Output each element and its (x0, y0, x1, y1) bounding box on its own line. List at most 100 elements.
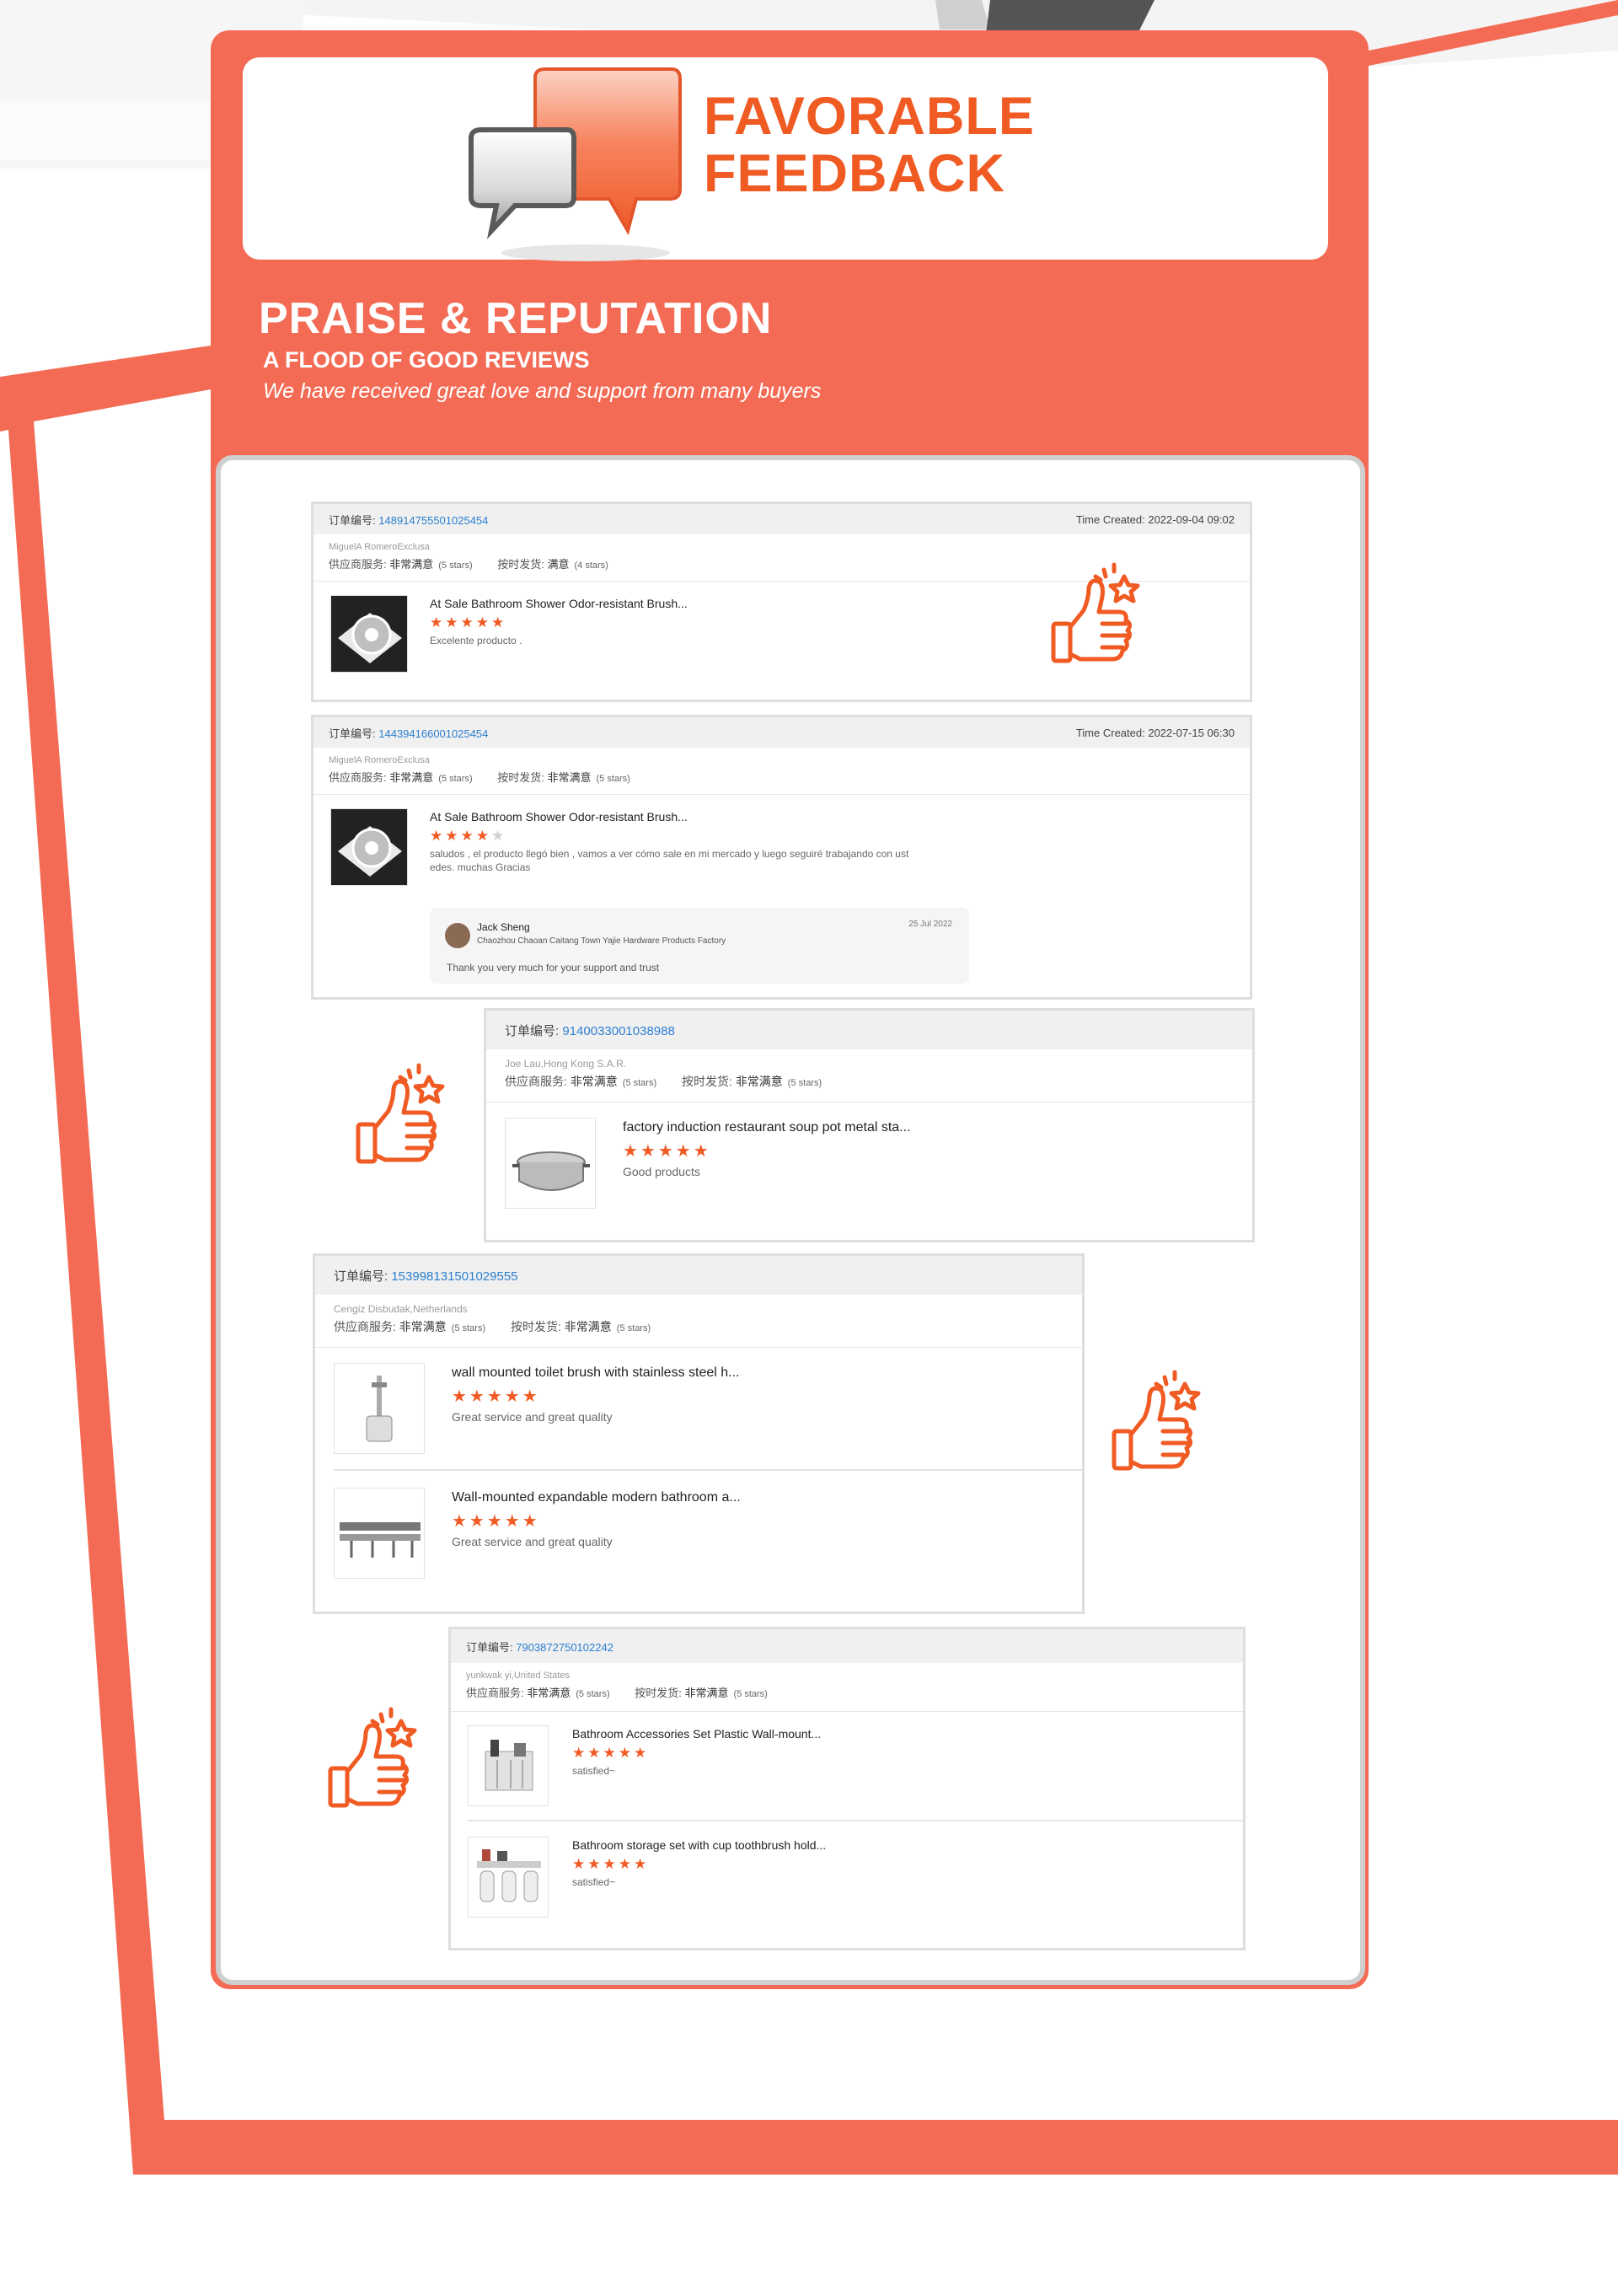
product-thumbnail[interactable] (505, 1118, 596, 1209)
supplier-service-label: 供应商服务: (329, 558, 387, 571)
buyer-name: yunkwak yi,United States (466, 1671, 570, 1681)
product-thumbnail[interactable] (330, 595, 408, 673)
supplier-service-label: 供应商服务: (334, 1320, 396, 1333)
review-comment: Good products (623, 1165, 700, 1178)
review-card: 订单编号: 9140033001038988 Joe Lau,Hong Kong… (484, 1008, 1255, 1242)
rating-summary: 供应商服务: 非常满意 (5 stars) 按时发货: 非常满意 (5 stars) (505, 1071, 1234, 1098)
reply-author: Jack Sheng (477, 921, 530, 933)
buyer-name: Joe Lau,Hong Kong S.A.R. (505, 1058, 627, 1070)
shipping-rating: 非常满意 (564, 1320, 612, 1333)
supplier-service-label: 供应商服务: (329, 771, 387, 784)
star-rating: ★★★★★ (572, 1856, 650, 1872)
supplier-service-rating: 非常满意 (389, 558, 434, 571)
review-card: 订单编号: 153998131501029555 Cengiz Disbudak… (313, 1253, 1085, 1614)
product-title[interactable]: wall mounted toilet brush with stainless… (452, 1363, 740, 1383)
shipping-stars-note: (5 stars) (596, 774, 630, 784)
shipping-rating: 非常满意 (684, 1687, 729, 1699)
review-item: wall mounted toilet brush with stainless… (315, 1348, 1082, 1469)
seller-reply: Jack Sheng Chaozhou Chaoan Caitang Town … (430, 908, 969, 984)
review-header: 订单编号: 144394166001025454 Time Created: 2… (313, 717, 1250, 748)
review-item: factory induction restaurant soup pot me… (486, 1102, 1252, 1209)
review-comment-line-1: saludos , el producto llegó bien , vamos… (430, 848, 909, 860)
product-title[interactable]: Bathroom Accessories Set Plastic Wall-mo… (572, 1725, 821, 1742)
review-meta: MiguelA RomeroExclusa 供应商服务: 非常满意 (5 star… (313, 748, 1250, 795)
item-info: Wall-mounted expandable modern bathroom … (452, 1488, 741, 1579)
buyer-name: MiguelA RomeroExclusa (329, 755, 430, 765)
product-thumbnail[interactable] (468, 1725, 549, 1806)
product-title[interactable]: Wall-mounted expandable modern bathroom … (452, 1488, 741, 1508)
order-number-link[interactable]: 9140033001038988 (562, 1024, 674, 1038)
thumbs-up-icon (1112, 1370, 1201, 1471)
shipping-rating: 非常满意 (735, 1075, 783, 1088)
star-rating: ★★★★★ (623, 1142, 711, 1161)
supplier-stars-note: (5 stars) (438, 561, 473, 571)
time-label: Time Created: (1075, 512, 1145, 526)
thumbs-up-icon (1051, 562, 1140, 663)
rating-summary: 供应商服务: 非常满意 (5 stars) 按时发货: 非常满意 (5 stars) (334, 1317, 1063, 1344)
time-created: 2022-07-15 06:30 (1148, 726, 1235, 739)
order-label: 订单编号: (329, 727, 376, 740)
buyer-name: MiguelA RomeroExclusa (329, 542, 430, 552)
star-rating: ★★★★★ (430, 828, 507, 844)
review-comment: satisfied~ (572, 1876, 616, 1888)
review-item: At Sale Bathroom Shower Odor-resistant B… (313, 795, 1250, 886)
time-label: Time Created: (1075, 726, 1145, 739)
supplier-service-label: 供应商服务: (466, 1687, 524, 1699)
item-info: factory induction restaurant soup pot me… (623, 1118, 911, 1209)
reply-company: Chaozhou Chaoan Caitang Town Yajie Hardw… (477, 936, 726, 946)
review-item: Bathroom Accessories Set Plastic Wall-mo… (451, 1712, 1243, 1820)
order-number-link[interactable]: 153998131501029555 (391, 1269, 517, 1284)
review-meta: yunkwak yi,United States 供应商服务: 非常满意 (5 s… (451, 1663, 1243, 1712)
supplier-stars-note: (5 stars) (438, 774, 473, 784)
thumbs-up-icon (328, 1707, 417, 1808)
review-comment: Great service and great quality (452, 1535, 613, 1548)
shipping-label: 按时发货: (635, 1687, 682, 1699)
review-comment: Excelente producto . (430, 635, 522, 646)
star-rating: ★★★★★ (452, 1512, 540, 1531)
buyer-name: Cengiz Disbudak,Netherlands (334, 1303, 468, 1315)
product-thumbnail[interactable] (468, 1837, 549, 1918)
review-item: Bathroom storage set with cup toothbrush… (451, 1821, 1243, 1918)
supplier-stars-note: (5 stars) (576, 1689, 610, 1699)
shipping-label: 按时发货: (497, 558, 544, 571)
review-comment: Great service and great quality (452, 1410, 613, 1424)
review-card: 订单编号: 144394166001025454 Time Created: 2… (311, 715, 1252, 1000)
order-number-link[interactable]: 7903872750102242 (516, 1641, 613, 1654)
product-title[interactable]: At Sale Bathroom Shower Odor-resistant B… (430, 808, 908, 825)
review-header: 订单编号: 7903872750102242 (451, 1629, 1243, 1663)
product-title[interactable]: At Sale Bathroom Shower Odor-resistant B… (430, 595, 688, 612)
star-rating: ★★★★★ (430, 614, 507, 630)
order-number-link[interactable]: 148914755501025454 (378, 514, 488, 527)
product-title[interactable]: Bathroom storage set with cup toothbrush… (572, 1837, 826, 1853)
supplier-service-rating: 非常满意 (527, 1687, 571, 1699)
speech-bubbles-icon (469, 67, 682, 261)
reply-date: 25 Jul 2022 (908, 920, 952, 929)
product-thumbnail[interactable] (334, 1363, 425, 1454)
title-line-1: FAVORABLE (704, 87, 1035, 146)
review-header: 订单编号: 148914755501025454 Time Created: 2… (313, 504, 1250, 534)
review-meta: Joe Lau,Hong Kong S.A.R. 供应商服务: 非常满意 (5 s… (486, 1049, 1252, 1102)
supplier-service-rating: 非常满意 (389, 771, 434, 784)
order-number-link[interactable]: 144394166001025454 (378, 727, 488, 740)
star-rating: ★★★★★ (452, 1387, 540, 1406)
review-header: 订单编号: 9140033001038988 (486, 1011, 1252, 1049)
item-info: At Sale Bathroom Shower Odor-resistant B… (430, 808, 908, 886)
review-item: Wall-mounted expandable modern bathroom … (315, 1471, 1082, 1579)
supplier-service-rating: 非常满意 (399, 1320, 447, 1333)
shipping-label: 按时发货: (682, 1075, 732, 1088)
item-info: Bathroom Accessories Set Plastic Wall-mo… (572, 1725, 821, 1806)
supplier-stars-note: (5 stars) (451, 1323, 486, 1333)
order-label: 订单编号: (505, 1023, 560, 1038)
product-thumbnail[interactable] (330, 808, 408, 886)
shipping-stars-note: (5 stars) (616, 1323, 651, 1333)
product-title[interactable]: factory induction restaurant soup pot me… (623, 1118, 911, 1138)
rating-summary: 供应商服务: 非常满意 (5 stars) 按时发货: 非常满意 (5 stars) (329, 768, 1235, 794)
star-rating: ★★★★★ (572, 1745, 650, 1761)
title-line-2: FEEDBACK (704, 144, 1006, 203)
review-meta: Cengiz Disbudak,Netherlands 供应商服务: 非常满意 (… (315, 1295, 1082, 1348)
review-card: 订单编号: 7903872750102242 yunkwak yi,United… (448, 1627, 1246, 1950)
rating-summary: 供应商服务: 非常满意 (5 stars) 按时发货: 非常满意 (5 stars) (466, 1683, 1228, 1709)
supplier-service-rating: 非常满意 (570, 1075, 618, 1088)
product-thumbnail[interactable] (334, 1488, 425, 1579)
order-label: 订单编号: (466, 1640, 513, 1654)
